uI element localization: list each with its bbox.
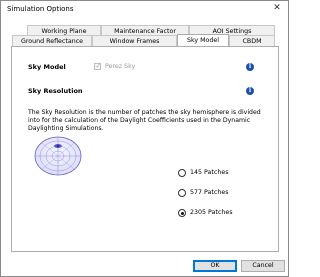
patches-145-label: 145 Patches — [190, 169, 229, 176]
tab-ground-reflectance[interactable]: Ground Reflectance — [12, 35, 92, 46]
title-bar: Simulation Options ✕ — [1, 1, 288, 17]
checkmark-icon: ✓ — [95, 61, 102, 70]
sky-resolution-heading: Sky Resolution — [28, 87, 83, 95]
close-icon[interactable]: ✕ — [272, 3, 282, 14]
ok-button[interactable]: OK — [193, 260, 237, 272]
sky-hemisphere-icon — [34, 136, 82, 176]
patches-577-radio[interactable] — [178, 189, 186, 197]
tab-sky-model[interactable]: Sky Model — [177, 34, 229, 46]
info-icon[interactable]: i — [246, 87, 254, 95]
sky-model-heading: Sky Model — [28, 63, 66, 71]
tab-cbdm[interactable]: CBDM — [229, 35, 275, 46]
window-title: Simulation Options — [7, 5, 74, 13]
perez-sky-checkbox[interactable]: ✓ — [94, 61, 102, 70]
perez-sky-label: Perez Sky — [105, 63, 136, 70]
simulation-options-dialog: Simulation Options ✕ Working Plane Maint… — [0, 0, 289, 277]
info-icon[interactable]: i — [246, 63, 254, 71]
tab-window-frames[interactable]: Window Frames — [92, 35, 177, 46]
patches-2305-radio[interactable] — [178, 209, 186, 217]
patches-577-label: 577 Patches — [190, 189, 229, 196]
cancel-button[interactable]: Cancel — [241, 260, 285, 272]
sky-resolution-description: The Sky Resolution is the number of patc… — [28, 109, 261, 133]
patches-2305-label: 2305 Patches — [190, 209, 233, 216]
patches-145-radio[interactable] — [178, 169, 186, 177]
